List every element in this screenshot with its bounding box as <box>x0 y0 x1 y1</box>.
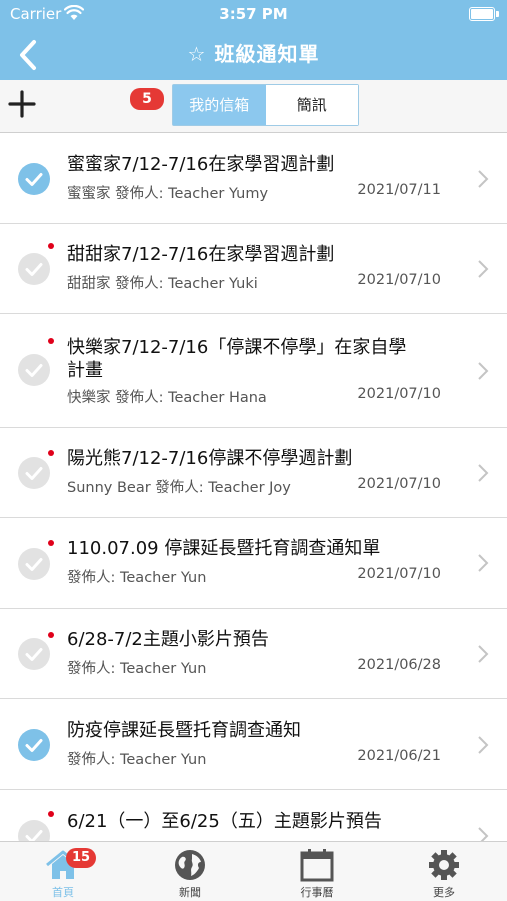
tab-news[interactable]: 新聞 <box>127 842 253 901</box>
chevron-right-icon <box>478 170 489 188</box>
chevron-right-icon <box>478 554 489 572</box>
notice-title: 陽光熊7/12-7/16停課不停學週計劃 <box>67 448 353 469</box>
tab-label: 行事曆 <box>300 886 334 899</box>
unread-check-icon <box>18 820 50 841</box>
tab-calendar[interactable]: 行事曆 <box>254 842 380 901</box>
notice-sender: 發佈人: Teacher Yun <box>67 661 207 677</box>
notice-sender: Sunny Bear 發佈人: Teacher Joy <box>67 480 291 496</box>
notice-row[interactable]: 陽光熊7/12-7/16停課不停學週計劃 Sunny Bear 發佈人: Tea… <box>0 428 507 518</box>
notice-date: 2021/07/11 <box>357 182 441 198</box>
unread-check-icon <box>18 638 50 670</box>
segment-sms[interactable]: 簡訊 <box>265 85 358 125</box>
battery-icon <box>469 7 499 21</box>
notice-list: 蜜蜜家7/12-7/16在家學習週計劃 蜜蜜家 發佈人: Teacher Yum… <box>0 133 507 841</box>
unread-check-icon <box>18 457 50 489</box>
tab-bar: 15 首頁 新聞 行事曆 更多 <box>0 841 507 901</box>
notice-title: 6/21（一）至6/25（五）主題影片預告 <box>67 811 382 832</box>
notice-date: 2021/07/10 <box>357 476 441 492</box>
notice-sender: 甜甜家 發佈人: Teacher Yuki <box>67 276 258 292</box>
notice-row[interactable]: 甜甜家7/12-7/16在家學習週計劃 甜甜家 發佈人: Teacher Yuk… <box>0 224 507 314</box>
notice-title: 110.07.09 停課延長暨托育調查通知單 <box>67 538 381 559</box>
segment-my-inbox[interactable]: 我的信箱 <box>173 85 266 125</box>
globe-icon <box>175 850 205 880</box>
top-bar: Carrier 3:57 PM ☆ 班級通知單 <box>0 0 507 80</box>
chevron-right-icon <box>478 827 489 841</box>
tab-label: 新聞 <box>179 886 201 899</box>
status-time: 3:57 PM <box>219 5 288 23</box>
notice-sender: 蜜蜜家 發佈人: Teacher Yumy <box>67 186 269 202</box>
notice-sender: 快樂家 發佈人: Teacher Hana <box>67 390 267 406</box>
notice-title: 防疫停課延長暨托育調查通知 <box>67 720 301 741</box>
page-title: ☆ 班級通知單 <box>187 42 320 66</box>
home-notification-badge: 15 <box>66 848 97 868</box>
notice-date: 2021/06/21 <box>357 748 441 764</box>
calendar-icon <box>300 849 334 882</box>
notice-row[interactable]: 防疫停課延長暨托育調查通知 發佈人: Teacher Yun 2021/06/2… <box>0 699 507 790</box>
unread-check-icon <box>18 548 50 580</box>
notice-row[interactable]: 蜜蜜家7/12-7/16在家學習週計劃 蜜蜜家 發佈人: Teacher Yum… <box>0 133 507 224</box>
notice-sender: 發佈人: Teacher Yun <box>67 752 207 768</box>
read-check-icon <box>18 163 50 195</box>
gear-icon <box>429 850 459 880</box>
unread-count-badge: 5 <box>130 88 164 110</box>
notice-row[interactable]: 快樂家7/12-7/16「停課不停學」在家自學 計畫 快樂家 發佈人: Teac… <box>0 314 507 428</box>
notice-row[interactable]: 6/28-7/2主題小影片預告 發佈人: Teacher Yun 2021/06… <box>0 609 507 699</box>
notice-row[interactable]: 110.07.09 停課延長暨托育調查通知單 發佈人: Teacher Yun … <box>0 518 507 609</box>
notice-title-line-2: 計畫 <box>67 360 103 381</box>
notice-date: 2021/06/28 <box>357 657 441 673</box>
chevron-right-icon <box>478 736 489 754</box>
unread-dot <box>48 811 54 817</box>
notice-date: 2021/07/10 <box>357 272 441 288</box>
unread-dot <box>48 540 54 546</box>
unread-dot <box>48 338 54 344</box>
unread-dot <box>48 243 54 249</box>
tab-more[interactable]: 更多 <box>381 842 507 901</box>
notice-title: 6/28-7/2主題小影片預告 <box>67 629 269 650</box>
notice-title: 蜜蜜家7/12-7/16在家學習週計劃 <box>67 154 335 175</box>
tab-home[interactable]: 15 首頁 <box>0 842 126 901</box>
notice-sender: 發佈人: Teacher Yun <box>67 570 207 586</box>
chevron-right-icon <box>478 362 489 380</box>
tab-label: 首頁 <box>52 886 74 899</box>
chevron-right-icon <box>478 464 489 482</box>
unread-dot <box>48 450 54 456</box>
unread-check-icon <box>18 354 50 386</box>
mailbox-segmented-control: 我的信箱 簡訊 <box>172 84 359 126</box>
read-check-icon <box>18 729 50 761</box>
notice-date: 2021/07/10 <box>357 566 441 582</box>
chevron-right-icon <box>478 645 489 663</box>
add-icon[interactable] <box>6 88 38 120</box>
tab-label: 更多 <box>433 886 455 899</box>
status-bar: Carrier 3:57 PM <box>0 0 507 28</box>
notice-row[interactable]: 6/21（一）至6/25（五）主題影片預告 <box>0 790 507 841</box>
unread-check-icon <box>18 253 50 285</box>
notice-title-line-1: 快樂家7/12-7/16「停課不停學」在家自學 <box>67 337 407 358</box>
notice-title: 甜甜家7/12-7/16在家學習週計劃 <box>67 244 335 265</box>
notice-date: 2021/07/10 <box>357 386 441 402</box>
chevron-right-icon <box>478 260 489 278</box>
